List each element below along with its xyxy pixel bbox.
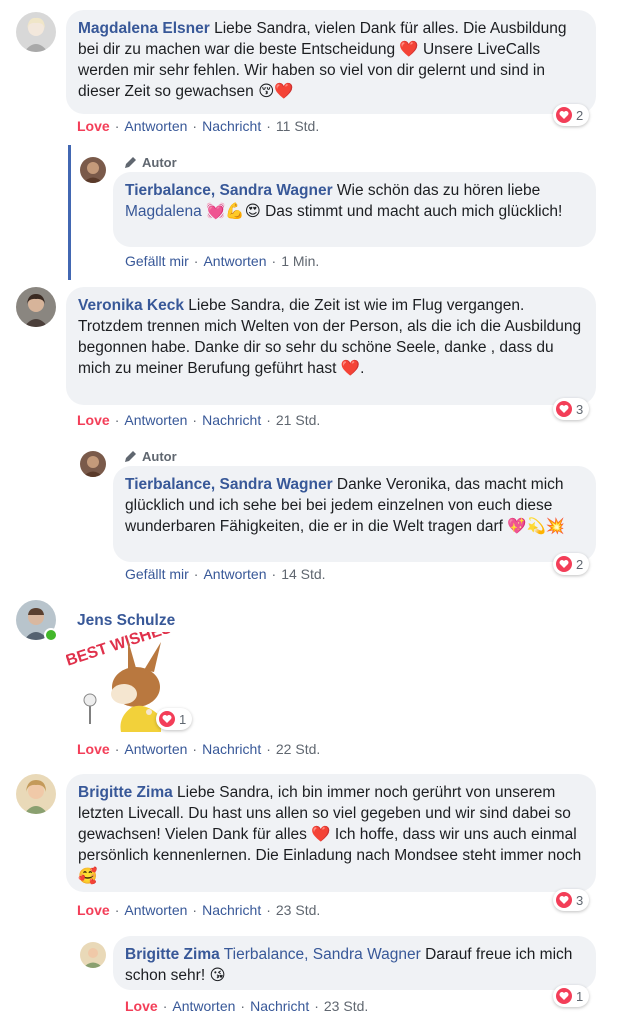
comment-author[interactable]: Brigitte Zima bbox=[125, 946, 220, 963]
reaction-count[interactable]: 1 bbox=[553, 985, 590, 1007]
love-button[interactable]: Love bbox=[77, 412, 110, 428]
avatar[interactable] bbox=[16, 774, 56, 814]
comment-actions: Love · Antworten · Nachricht · 23 Std. bbox=[125, 998, 369, 1014]
heart-icon bbox=[556, 892, 572, 908]
like-button[interactable]: Gefällt mir bbox=[125, 253, 189, 269]
avatar[interactable] bbox=[16, 287, 56, 327]
online-status-icon bbox=[44, 628, 58, 642]
author-badge: Autor bbox=[124, 449, 177, 464]
reaction-count[interactable]: 2 bbox=[553, 104, 590, 126]
love-button[interactable]: Love bbox=[77, 118, 110, 134]
comment-bubble: Brigitte Zima Liebe Sandra, ich bin imme… bbox=[66, 774, 596, 892]
timestamp[interactable]: 11 Std. bbox=[276, 118, 319, 134]
mention-link[interactable]: Magdalena bbox=[125, 203, 202, 220]
heart-icon bbox=[159, 711, 175, 727]
timestamp[interactable]: 14 Std. bbox=[281, 566, 325, 582]
love-button[interactable]: Love bbox=[77, 741, 110, 757]
reaction-count[interactable]: 2 bbox=[553, 553, 590, 575]
comment-actions: Gefällt mir · Antworten · 14 Std. bbox=[125, 566, 326, 582]
comment-actions: Gefällt mir · Antworten · 1 Min. bbox=[125, 253, 320, 269]
heart-icon bbox=[556, 401, 572, 417]
pen-icon bbox=[125, 451, 136, 462]
avatar[interactable] bbox=[16, 12, 56, 52]
message-button[interactable]: Nachricht bbox=[202, 741, 261, 757]
reaction-count[interactable]: 1 bbox=[156, 708, 193, 730]
reaction-count[interactable]: 3 bbox=[553, 889, 590, 911]
comment-author[interactable]: Veronika Keck bbox=[78, 297, 184, 314]
message-button[interactable]: Nachricht bbox=[202, 118, 261, 134]
message-button[interactable]: Nachricht bbox=[202, 412, 261, 428]
comment-actions: Love · Antworten · Nachricht · 23 Std. bbox=[77, 902, 321, 918]
comment-bubble: Magdalena Elsner Liebe Sandra, vielen Da… bbox=[66, 10, 596, 114]
message-button[interactable]: Nachricht bbox=[250, 998, 309, 1014]
avatar[interactable] bbox=[80, 451, 106, 477]
avatar[interactable] bbox=[80, 157, 106, 183]
message-button[interactable]: Nachricht bbox=[202, 902, 261, 918]
heart-icon bbox=[556, 107, 572, 123]
comment-actions: Love · Antworten · Nachricht · 21 Std. bbox=[77, 412, 321, 428]
pen-icon bbox=[125, 157, 136, 168]
comment-actions: Love · Antworten · Nachricht · 11 Std. bbox=[77, 118, 320, 134]
author-badge: Autor bbox=[124, 155, 177, 170]
mention-link[interactable]: Tierbalance, Sandra Wagner bbox=[224, 946, 421, 963]
avatar[interactable] bbox=[80, 942, 106, 968]
reply-button[interactable]: Antworten bbox=[203, 253, 266, 269]
like-button[interactable]: Gefällt mir bbox=[125, 566, 189, 582]
thread-line bbox=[68, 145, 71, 280]
reply-bubble: Brigitte Zima Tierbalance, Sandra Wagner… bbox=[113, 936, 596, 990]
love-button[interactable]: Love bbox=[125, 998, 158, 1014]
reply-button[interactable]: Antworten bbox=[172, 998, 235, 1014]
comment-author[interactable]: Tierbalance, Sandra Wagner bbox=[125, 182, 333, 199]
heart-icon bbox=[556, 556, 572, 572]
comment-bubble: Veronika Keck Liebe Sandra, die Zeit ist… bbox=[66, 287, 596, 405]
timestamp[interactable]: 22 Std. bbox=[276, 741, 320, 757]
reply-button[interactable]: Antworten bbox=[124, 902, 187, 918]
timestamp[interactable]: 23 Std. bbox=[276, 902, 320, 918]
comment-author[interactable]: Jens Schulze bbox=[77, 612, 175, 630]
comment-author[interactable]: Tierbalance, Sandra Wagner bbox=[125, 476, 333, 493]
reply-button[interactable]: Antworten bbox=[124, 741, 187, 757]
reply-button[interactable]: Antworten bbox=[124, 412, 187, 428]
comment-author[interactable]: Magdalena Elsner bbox=[78, 20, 210, 37]
reply-bubble: Tierbalance, Sandra Wagner Wie schön das… bbox=[113, 172, 596, 247]
comment-actions: Love · Antworten · Nachricht · 22 Std. bbox=[77, 741, 321, 757]
timestamp[interactable]: 21 Std. bbox=[276, 412, 320, 428]
reaction-count[interactable]: 3 bbox=[553, 398, 590, 420]
love-button[interactable]: Love bbox=[77, 902, 110, 918]
reply-button[interactable]: Antworten bbox=[124, 118, 187, 134]
timestamp[interactable]: 23 Std. bbox=[324, 998, 368, 1014]
reply-bubble: Tierbalance, Sandra Wagner Danke Veronik… bbox=[113, 466, 596, 562]
heart-icon bbox=[556, 988, 572, 1004]
timestamp[interactable]: 1 Min. bbox=[281, 253, 319, 269]
comment-author[interactable]: Brigitte Zima bbox=[78, 784, 173, 801]
reply-button[interactable]: Antworten bbox=[203, 566, 266, 582]
